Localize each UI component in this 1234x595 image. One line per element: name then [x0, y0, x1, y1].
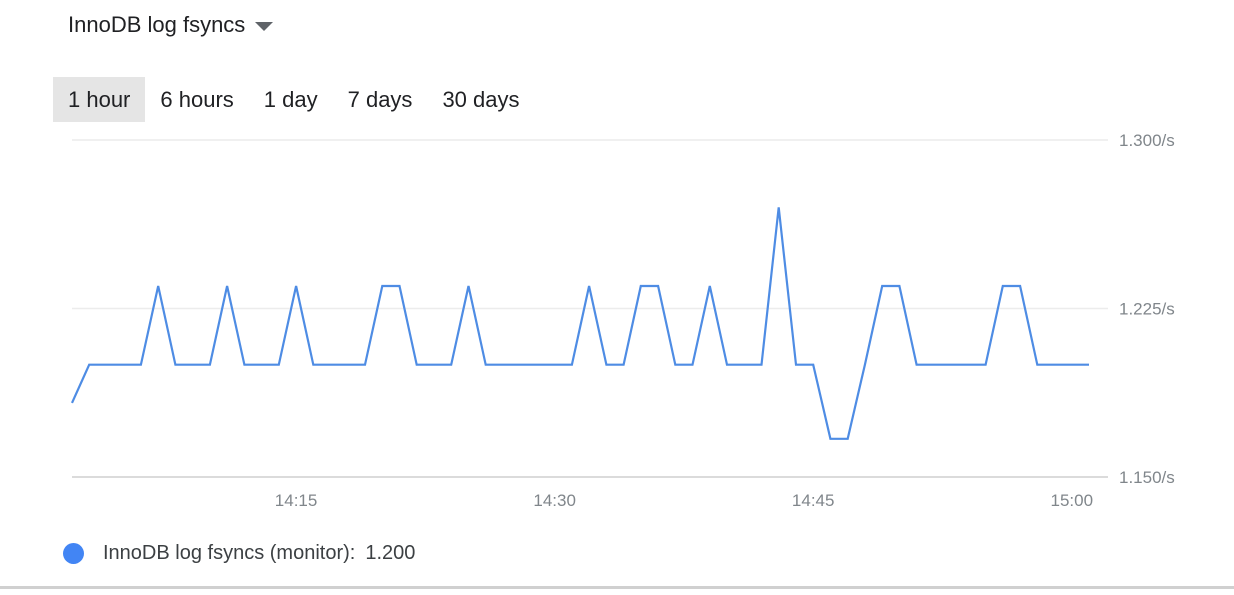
series-line [70, 207, 1089, 440]
line-chart[interactable]: 1.300/s 1.225/s 1.150/s 14:15 14:30 14:45 15:… [0, 0, 1234, 530]
legend-swatch [63, 543, 84, 564]
grid-lines [72, 139, 1108, 478]
legend: InnoDB log fsyncs (monitor): 1.200 [63, 542, 415, 565]
divider [0, 586, 1234, 589]
x-tick-label: 14:45 [792, 491, 835, 510]
legend-value: 1.200 [365, 542, 416, 564]
y-tick-label: 1.225/s [1119, 300, 1175, 319]
x-tick-label: 14:30 [533, 491, 576, 510]
x-axis-ticks: 14:15 14:30 14:45 15:00 [275, 491, 1093, 510]
y-axis-ticks: 1.300/s 1.225/s 1.150/s [1119, 131, 1175, 487]
y-tick-label: 1.150/s [1119, 468, 1175, 487]
x-tick-label: 15:00 [1050, 491, 1093, 510]
legend-label: InnoDB log fsyncs (monitor): [103, 542, 356, 564]
y-tick-label: 1.300/s [1119, 131, 1175, 150]
x-tick-label: 14:15 [275, 491, 318, 510]
series-layer [70, 207, 1089, 440]
